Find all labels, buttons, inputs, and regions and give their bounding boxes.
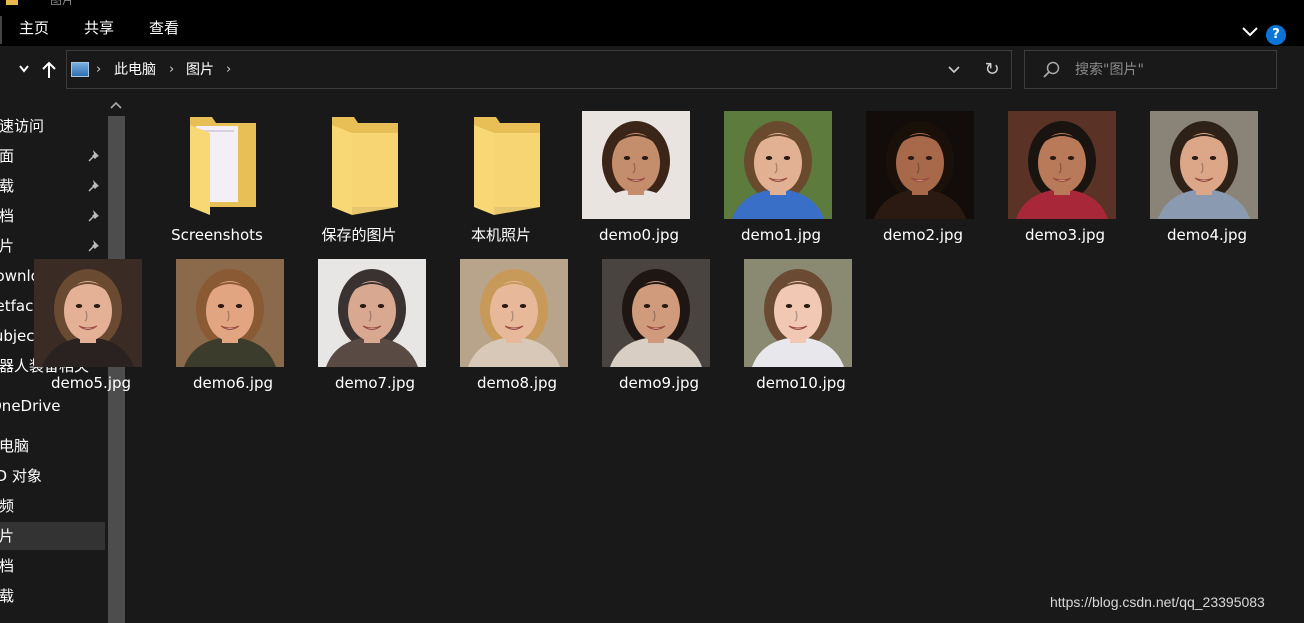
- sidebar-item-documents[interactable]: 文档: [0, 552, 105, 580]
- file-name: demo7.jpg: [334, 374, 416, 392]
- file-item[interactable]: demo6.jpg: [162, 244, 304, 392]
- folder-icon: [190, 117, 256, 215]
- pictures-location-icon: [71, 62, 89, 77]
- photo-thumbnail: [602, 259, 710, 367]
- file-item[interactable]: demo1.jpg: [710, 96, 852, 244]
- pin-icon: [88, 150, 99, 162]
- sidebar-item-label: 下载: [0, 177, 15, 195]
- up-arrow-icon[interactable]: [41, 61, 57, 79]
- folder-item[interactable]: 保存的图片: [288, 96, 430, 244]
- folder-icon: [332, 117, 398, 215]
- sidebar-item-quick-access[interactable]: 快速访问: [0, 112, 105, 140]
- sidebar-item-desktop[interactable]: 桌面: [0, 142, 105, 170]
- file-name: Screenshots: [171, 226, 263, 244]
- sidebar-item-label: 3D 对象: [0, 467, 42, 485]
- file-name: 本机照片: [470, 226, 531, 244]
- sidebar-item-label: 图片: [0, 527, 15, 545]
- help-icon[interactable]: ?: [1266, 25, 1286, 45]
- file-name: demo10.jpg: [756, 374, 846, 392]
- address-history-chevron-icon[interactable]: [947, 63, 961, 77]
- sidebar-item-downloads[interactable]: 下载: [0, 582, 105, 610]
- sidebar-item-this-pc[interactable]: 此电脑: [0, 432, 105, 460]
- folder-item[interactable]: Screenshots: [146, 96, 288, 244]
- refresh-icon[interactable]: ↻: [982, 60, 1002, 80]
- expand-ribbon-chevron-icon[interactable]: [1240, 24, 1260, 40]
- file-item[interactable]: demo0.jpg: [568, 96, 710, 244]
- pin-icon: [88, 180, 99, 192]
- photo-thumbnail: [724, 111, 832, 219]
- photo-thumbnail: [460, 259, 568, 367]
- photo-thumbnail: [1008, 111, 1116, 219]
- address-bar[interactable]: › 此电脑 › 图片 › ↻: [66, 50, 1012, 89]
- sidebar-item-3d-objects[interactable]: 3D 对象: [0, 462, 105, 490]
- file-name: demo8.jpg: [476, 374, 558, 392]
- file-name: demo9.jpg: [618, 374, 700, 392]
- search-icon: [1043, 61, 1060, 78]
- breadcrumb-this-pc[interactable]: 此电脑: [114, 60, 156, 80]
- sidebar-item-label: 图片: [0, 237, 15, 255]
- sidebar-item-videos[interactable]: 视频: [0, 492, 105, 520]
- sidebar-item-label: 文档: [0, 207, 15, 225]
- file-name: demo1.jpg: [740, 226, 822, 244]
- file-name: demo0.jpg: [598, 226, 680, 244]
- file-item[interactable]: demo4.jpg: [1136, 96, 1278, 244]
- breadcrumb-separator[interactable]: ›: [96, 60, 101, 80]
- sidebar-item-label: 下载: [0, 587, 15, 605]
- file-name: demo4.jpg: [1166, 226, 1248, 244]
- file-list-view[interactable]: Screenshots 保存的图片 本机照片 demo0.jpg demo1.jpg de…: [34, 96, 1304, 623]
- breadcrumb-pictures[interactable]: 图片: [186, 60, 214, 80]
- folder-icon: [474, 117, 540, 215]
- file-explorer-window: 图片 主页 共享 查看 ? ‹ › 此电脑 › 图片 ›: [0, 0, 1304, 623]
- file-item[interactable]: demo3.jpg: [994, 96, 1136, 244]
- watermark: https://blog.csdn.net/qq_23395083: [1050, 594, 1265, 610]
- file-item[interactable]: demo7.jpg: [304, 244, 446, 392]
- photo-thumbnail: [176, 259, 284, 367]
- breadcrumb-separator[interactable]: ›: [226, 60, 231, 80]
- file-item[interactable]: demo8.jpg: [446, 244, 588, 392]
- sidebar-item-onedrive[interactable]: OneDrive: [0, 392, 105, 420]
- photo-thumbnail: [318, 259, 426, 367]
- folder-icon: [6, 0, 18, 5]
- sidebar-item-documents[interactable]: 文档: [0, 202, 105, 230]
- ribbon-file-tab-edge[interactable]: [0, 16, 2, 44]
- sidebar-item-label: 桌面: [0, 147, 15, 165]
- file-item[interactable]: demo2.jpg: [852, 96, 994, 244]
- recent-locations-chevron-icon[interactable]: [18, 64, 30, 74]
- search-placeholder: 搜索"图片": [1075, 62, 1144, 78]
- photo-thumbnail: [1150, 111, 1258, 219]
- navigation-bar: ‹ › 此电脑 › 图片 › ↻ 搜索"图片": [0, 46, 1304, 96]
- file-name: demo3.jpg: [1024, 226, 1106, 244]
- sidebar-item-downloads[interactable]: 下载: [0, 172, 105, 200]
- photo-thumbnail: [34, 259, 142, 367]
- photo-thumbnail: [582, 111, 690, 219]
- file-name: demo6.jpg: [192, 374, 274, 392]
- photo-thumbnail: [866, 111, 974, 219]
- sidebar-item-pictures[interactable]: 图片: [0, 522, 105, 550]
- sidebar-item-label: OneDrive: [0, 397, 61, 415]
- file-item[interactable]: demo5.jpg: [20, 244, 162, 392]
- tab-view[interactable]: 查看: [149, 17, 179, 39]
- ribbon: 主页 共享 查看 ?: [0, 8, 1304, 46]
- file-name: demo5.jpg: [50, 374, 132, 392]
- breadcrumb-separator[interactable]: ›: [169, 60, 174, 80]
- window-title: 图片: [50, 0, 98, 5]
- sidebar-item-label: 视频: [0, 497, 15, 515]
- title-bar: 图片: [0, 0, 1304, 8]
- pin-icon: [88, 210, 99, 222]
- file-name: 保存的图片: [321, 226, 397, 244]
- photo-thumbnail: [744, 259, 852, 367]
- search-input[interactable]: 搜索"图片": [1024, 50, 1277, 89]
- tab-home[interactable]: 主页: [19, 17, 49, 39]
- file-item[interactable]: demo9.jpg: [588, 244, 730, 392]
- sidebar-item-label: 此电脑: [0, 437, 30, 455]
- file-item[interactable]: demo10.jpg: [730, 244, 872, 392]
- sidebar-item-label: 快速访问: [0, 117, 45, 135]
- scroll-up-arrow-icon[interactable]: [108, 98, 124, 112]
- file-name: demo2.jpg: [882, 226, 964, 244]
- tab-share[interactable]: 共享: [84, 17, 114, 39]
- folder-item[interactable]: 本机照片: [430, 96, 572, 244]
- sidebar-item-label: 文档: [0, 557, 15, 575]
